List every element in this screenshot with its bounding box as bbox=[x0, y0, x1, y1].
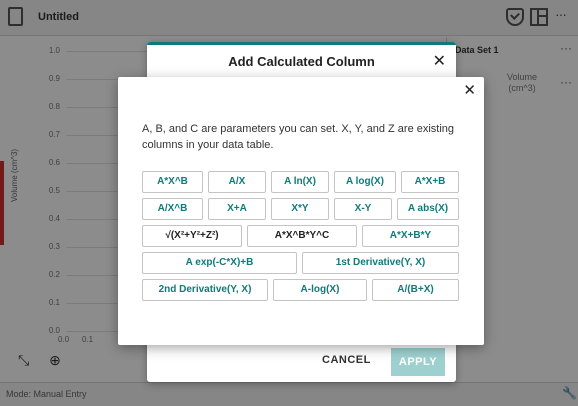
chooser-description: A, B, and C are parameters you can set. … bbox=[142, 123, 455, 151]
formula-button[interactable]: A*X+B bbox=[401, 171, 459, 193]
cancel-button[interactable]: CANCEL bbox=[322, 354, 371, 366]
formula-chooser: ✕ A, B, and C are parameters you can set… bbox=[118, 77, 484, 345]
dialog-close-icon[interactable]: ✕ bbox=[433, 51, 446, 71]
dialog-buttons: CANCEL APPLY bbox=[147, 348, 456, 382]
formula-button[interactable]: A*X+B*Y bbox=[362, 225, 459, 247]
formula-button[interactable]: 1st Derivative(Y, X) bbox=[302, 252, 459, 274]
chooser-close-icon[interactable]: ✕ bbox=[463, 81, 476, 99]
formula-button[interactable]: A*X^B*Y^C bbox=[247, 225, 357, 247]
formula-button[interactable]: X*Y bbox=[271, 198, 329, 220]
formula-button[interactable]: 2nd Derivative(Y, X) bbox=[142, 279, 268, 301]
formula-button[interactable]: A log(X) bbox=[334, 171, 396, 193]
dialog-title: Add Calculated Column bbox=[228, 54, 375, 69]
formula-button[interactable]: X+A bbox=[208, 198, 266, 220]
formula-button[interactable]: A/X bbox=[208, 171, 266, 193]
formula-button[interactable]: X-Y bbox=[334, 198, 392, 220]
formula-button[interactable]: A/(B+X) bbox=[372, 279, 459, 301]
formula-button[interactable]: A-log(X) bbox=[273, 279, 367, 301]
formula-button[interactable]: A*X^B bbox=[142, 171, 203, 193]
formula-button[interactable]: √(X²+Y²+Z²) bbox=[142, 225, 242, 247]
formula-button[interactable]: A/X^B bbox=[142, 198, 203, 220]
dialog-accent bbox=[147, 42, 456, 45]
formula-button[interactable]: A ln(X) bbox=[271, 171, 329, 193]
apply-button[interactable]: APPLY bbox=[391, 348, 445, 376]
formula-button[interactable]: A abs(X) bbox=[397, 198, 459, 220]
formula-button[interactable]: A exp(-C*X)+B bbox=[142, 252, 297, 274]
